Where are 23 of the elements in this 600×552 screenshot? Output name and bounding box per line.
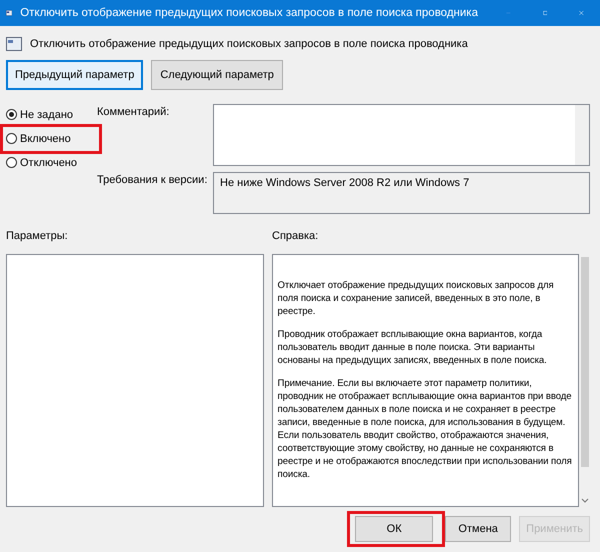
- chevron-down-icon[interactable]: [580, 498, 588, 504]
- radio-button[interactable]: [6, 109, 17, 120]
- option-label[interactable]: Отключено: [20, 156, 77, 168]
- window-title: Отключить отображение предыдущих поисковых запросов в поле поиска проводника: [20, 7, 478, 19]
- radio-button[interactable]: [6, 157, 17, 168]
- help-paragraph: Примечание. Если вы включаете этот параметр политики, проводник не отображает всплывающие окна вариантов при вводе пользователем данных в поле поиска и не сохраняет в реестре записи, введенные в поле поиска, для использования в будущем. Если пользователь вводит свойство, отображаются значения, соответствующие этому свойству, но данные не сохраняются в реестре и не отображаются впоследствии при использовании поля поиска.: [278, 377, 573, 481]
- help-label: Справка:: [272, 230, 318, 244]
- help-paragraph: Отключает отображение предыдущих поисковых запросов для поля поиска и сохранение записей, введенных в это поле, в реестре.: [278, 279, 555, 318]
- version-label: Требования к версии:: [97, 173, 208, 188]
- policy-heading: Отключить отображение предыдущих поисковых запросов в поле поиска проводника: [30, 38, 468, 50]
- dialog-button[interactable]: ОК: [355, 516, 434, 542]
- policy-icon: [6, 36, 22, 52]
- nav-button[interactable]: Предыдущий параметр: [6, 60, 144, 90]
- help-paragraph: Проводник отображает всплывающие окна вариантов, когда пользователь вводит данные в поле поиска. Эти варианты основаны на предыдущих записях, введенных в поле поиска.: [278, 328, 548, 367]
- comment-field[interactable]: [213, 104, 590, 166]
- parameters-label: Параметры:: [6, 230, 69, 244]
- radio-button[interactable]: [6, 133, 17, 144]
- option-label[interactable]: Не задано: [20, 108, 74, 120]
- comment-label: Комментарий:: [97, 105, 170, 120]
- option-label[interactable]: Включено: [20, 132, 71, 144]
- nav-button[interactable]: Следующий параметр: [151, 60, 283, 90]
- dialog-button[interactable]: Отмена: [445, 516, 512, 542]
- version-field: Не ниже Windows Server 2008 R2 или Windows 7: [213, 172, 590, 214]
